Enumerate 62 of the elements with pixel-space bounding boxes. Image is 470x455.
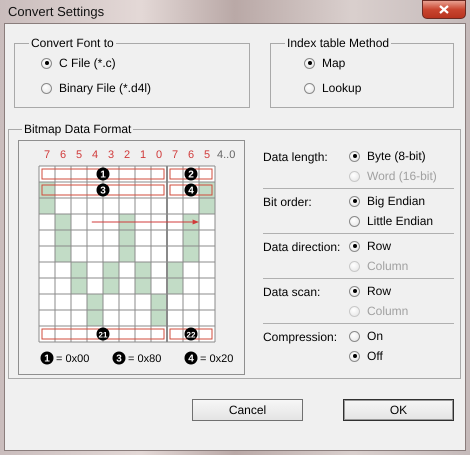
close-icon (439, 5, 449, 14)
radio-option[interactable]: Binary File (*.d4l) (41, 81, 239, 95)
setting-label: Data length: (263, 149, 329, 166)
byte-number-marker: 4 (184, 352, 198, 364)
window-title: Convert Settings (7, 4, 104, 19)
radio-button[interactable] (349, 330, 360, 342)
group-title: Convert Font to (30, 36, 115, 50)
radio-option[interactable]: Big Endian (349, 194, 434, 208)
radio-button[interactable] (41, 82, 52, 94)
bit-range-label: 4..0 (217, 149, 236, 161)
bit-number: 2 (124, 149, 130, 161)
radio-option[interactable]: C File (*.c) (41, 56, 239, 70)
radio-option[interactable]: Row (349, 284, 408, 298)
byte-outline (170, 328, 212, 340)
radio-option[interactable]: Off (349, 349, 384, 363)
bit-number: 7 (172, 149, 178, 161)
radio-button[interactable] (349, 150, 360, 162)
legend-value: = 0x80 (128, 353, 162, 365)
setting-label: Bit order: (263, 194, 313, 211)
radio-button[interactable] (349, 286, 360, 296)
bit-number: 7 (44, 149, 50, 161)
radio-option[interactable]: Lookup (304, 81, 443, 95)
byte-number-marker: 4 (184, 184, 198, 196)
bit-number: 3 (108, 149, 114, 161)
byte-number-marker: 22 (184, 328, 198, 340)
radio-option[interactable]: Byte (8-bit) (349, 149, 437, 163)
legend-value: = 0x20 (200, 353, 234, 365)
bit-number: 5 (76, 149, 82, 161)
bit-number: 6 (60, 149, 66, 161)
radio-option[interactable]: Map (304, 56, 443, 70)
radio-option[interactable]: Row (349, 239, 408, 253)
byte-number-marker: 2 (184, 168, 198, 180)
bit-number: 0 (156, 149, 162, 161)
bit-number: 6 (188, 149, 194, 161)
byte-number-marker: 1 (96, 168, 110, 180)
bit-number: 1 (140, 149, 146, 161)
byte-number-marker: 1 (40, 352, 54, 364)
radio-button[interactable] (349, 350, 360, 362)
setting-label: Data scan: (263, 284, 322, 301)
byte-outline (170, 168, 212, 180)
radio-button[interactable] (349, 196, 360, 206)
bit-number: 5 (204, 149, 210, 161)
close-button[interactable] (422, 0, 466, 19)
group-title: Bitmap Data Format (23, 122, 132, 136)
bit-number: 4 (92, 149, 98, 161)
radio-button[interactable] (304, 58, 315, 68)
radio-button[interactable] (41, 58, 52, 68)
setting-label: Compression: (263, 329, 338, 346)
dialog-button[interactable]: Cancel (192, 399, 303, 421)
radio-option[interactable]: Little Endian (349, 214, 434, 228)
byte-number-marker: 3 (112, 352, 126, 364)
byte-number-marker: 3 (96, 184, 110, 196)
setting-label: Data direction: (263, 239, 342, 256)
byte-number-marker: 21 (96, 328, 110, 340)
group-title: Index table Method (286, 36, 390, 50)
radio-button[interactable] (304, 82, 315, 94)
byte-outline (170, 184, 212, 196)
dialog-button[interactable]: OK (343, 399, 454, 421)
legend-value: = 0x00 (56, 353, 90, 365)
radio-button[interactable] (349, 216, 360, 226)
radio-button[interactable] (349, 240, 360, 252)
radio-option[interactable]: On (349, 329, 384, 343)
